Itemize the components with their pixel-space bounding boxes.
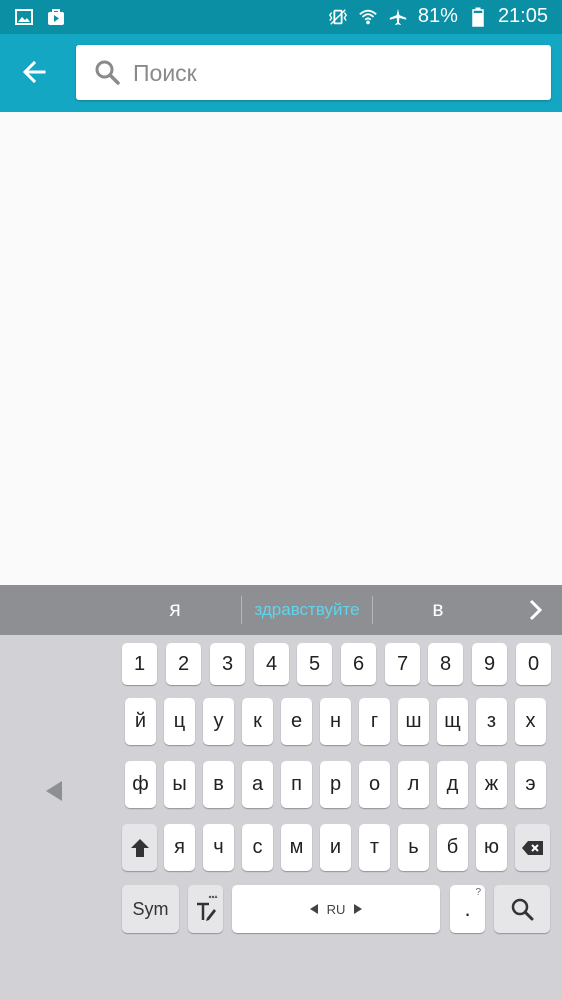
language-label: RU [326,901,346,917]
suggestion-middle[interactable]: здравствуйте [242,585,372,635]
key-letter[interactable]: н [320,698,351,745]
shift-arrow-icon [130,838,149,857]
key-8[interactable]: 8 [428,643,463,685]
key-letter[interactable]: я [164,824,195,871]
period-hint: ? [475,887,481,898]
key-3[interactable]: 3 [210,643,245,685]
key-letter[interactable]: й [125,698,156,745]
key-letter[interactable]: м [281,824,312,871]
backspace-key[interactable] [515,824,550,871]
key-letter[interactable]: щ [437,698,468,745]
suggestion-bar: я здравствуйте в [0,585,562,635]
key-letter[interactable]: б [437,824,468,871]
search-icon [511,898,534,921]
key-letter[interactable]: ж [476,761,507,808]
battery-percent: 81% [417,5,458,27]
search-box [76,45,551,100]
key-letter[interactable]: у [203,698,234,745]
key-letter[interactable]: о [359,761,390,808]
text-tools-key[interactable] [188,885,223,933]
suggestion-right[interactable]: в [373,585,503,635]
search-results-area [0,112,562,585]
key-letter[interactable]: е [281,698,312,745]
battery-icon [468,7,488,27]
vibrate-icon [328,7,348,27]
key-5[interactable]: 5 [297,643,332,685]
key-letter[interactable]: р [320,761,351,808]
key-letter[interactable]: с [242,824,273,871]
key-4[interactable]: 4 [254,643,289,685]
period-key[interactable]: ? . [450,885,485,933]
search-icon [95,60,120,85]
airplane-icon [388,7,408,27]
clock: 21:05 [497,5,548,27]
key-letter[interactable]: г [359,698,390,745]
key-7[interactable]: 7 [385,643,420,685]
search-input[interactable] [131,53,535,93]
back-button[interactable] [14,52,54,92]
keyboard: 1 2 3 4 5 6 7 8 9 0 й ц у к е н г ш щ з … [0,635,562,1000]
key-letter[interactable]: ю [476,824,507,871]
key-9[interactable]: 9 [472,643,507,685]
key-letter[interactable]: э [515,761,546,808]
key-letter[interactable]: и [320,824,351,871]
key-1[interactable]: 1 [122,643,157,685]
chevron-right-icon[interactable] [524,597,546,623]
key-6[interactable]: 6 [341,643,376,685]
gallery-icon [14,7,34,27]
key-0[interactable]: 0 [516,643,551,685]
key-letter[interactable]: ц [164,698,195,745]
key-letter[interactable]: ш [398,698,429,745]
key-letter[interactable]: в [203,761,234,808]
play-store-icon [46,7,66,27]
key-letter[interactable]: т [359,824,390,871]
suggestion-left[interactable]: я [110,585,240,635]
key-letter[interactable]: з [476,698,507,745]
key-letter[interactable]: п [281,761,312,808]
key-letter[interactable]: х [515,698,546,745]
cursor-left-icon[interactable] [44,779,64,803]
key-letter[interactable]: ч [203,824,234,871]
sym-key[interactable]: Sym [122,885,179,933]
key-letter[interactable]: ф [125,761,156,808]
key-letter[interactable]: д [437,761,468,808]
text-edit-icon [196,895,217,921]
shift-key[interactable] [122,824,157,871]
key-letter[interactable]: л [398,761,429,808]
arrow-left-small-icon [309,904,318,914]
status-bar: 81% 21:05 [0,0,562,34]
key-letter[interactable]: ы [164,761,195,808]
key-letter[interactable]: ь [398,824,429,871]
search-key[interactable] [494,885,550,933]
space-key[interactable]: RU [232,885,440,933]
backspace-icon [521,840,543,855]
wifi-icon [358,7,378,27]
key-letter[interactable]: к [242,698,273,745]
arrow-right-small-icon [354,904,363,914]
arrow-left-icon [22,60,46,84]
key-2[interactable]: 2 [166,643,201,685]
search-toolbar [0,34,562,112]
key-letter[interactable]: а [242,761,273,808]
period-label: . [464,896,471,921]
